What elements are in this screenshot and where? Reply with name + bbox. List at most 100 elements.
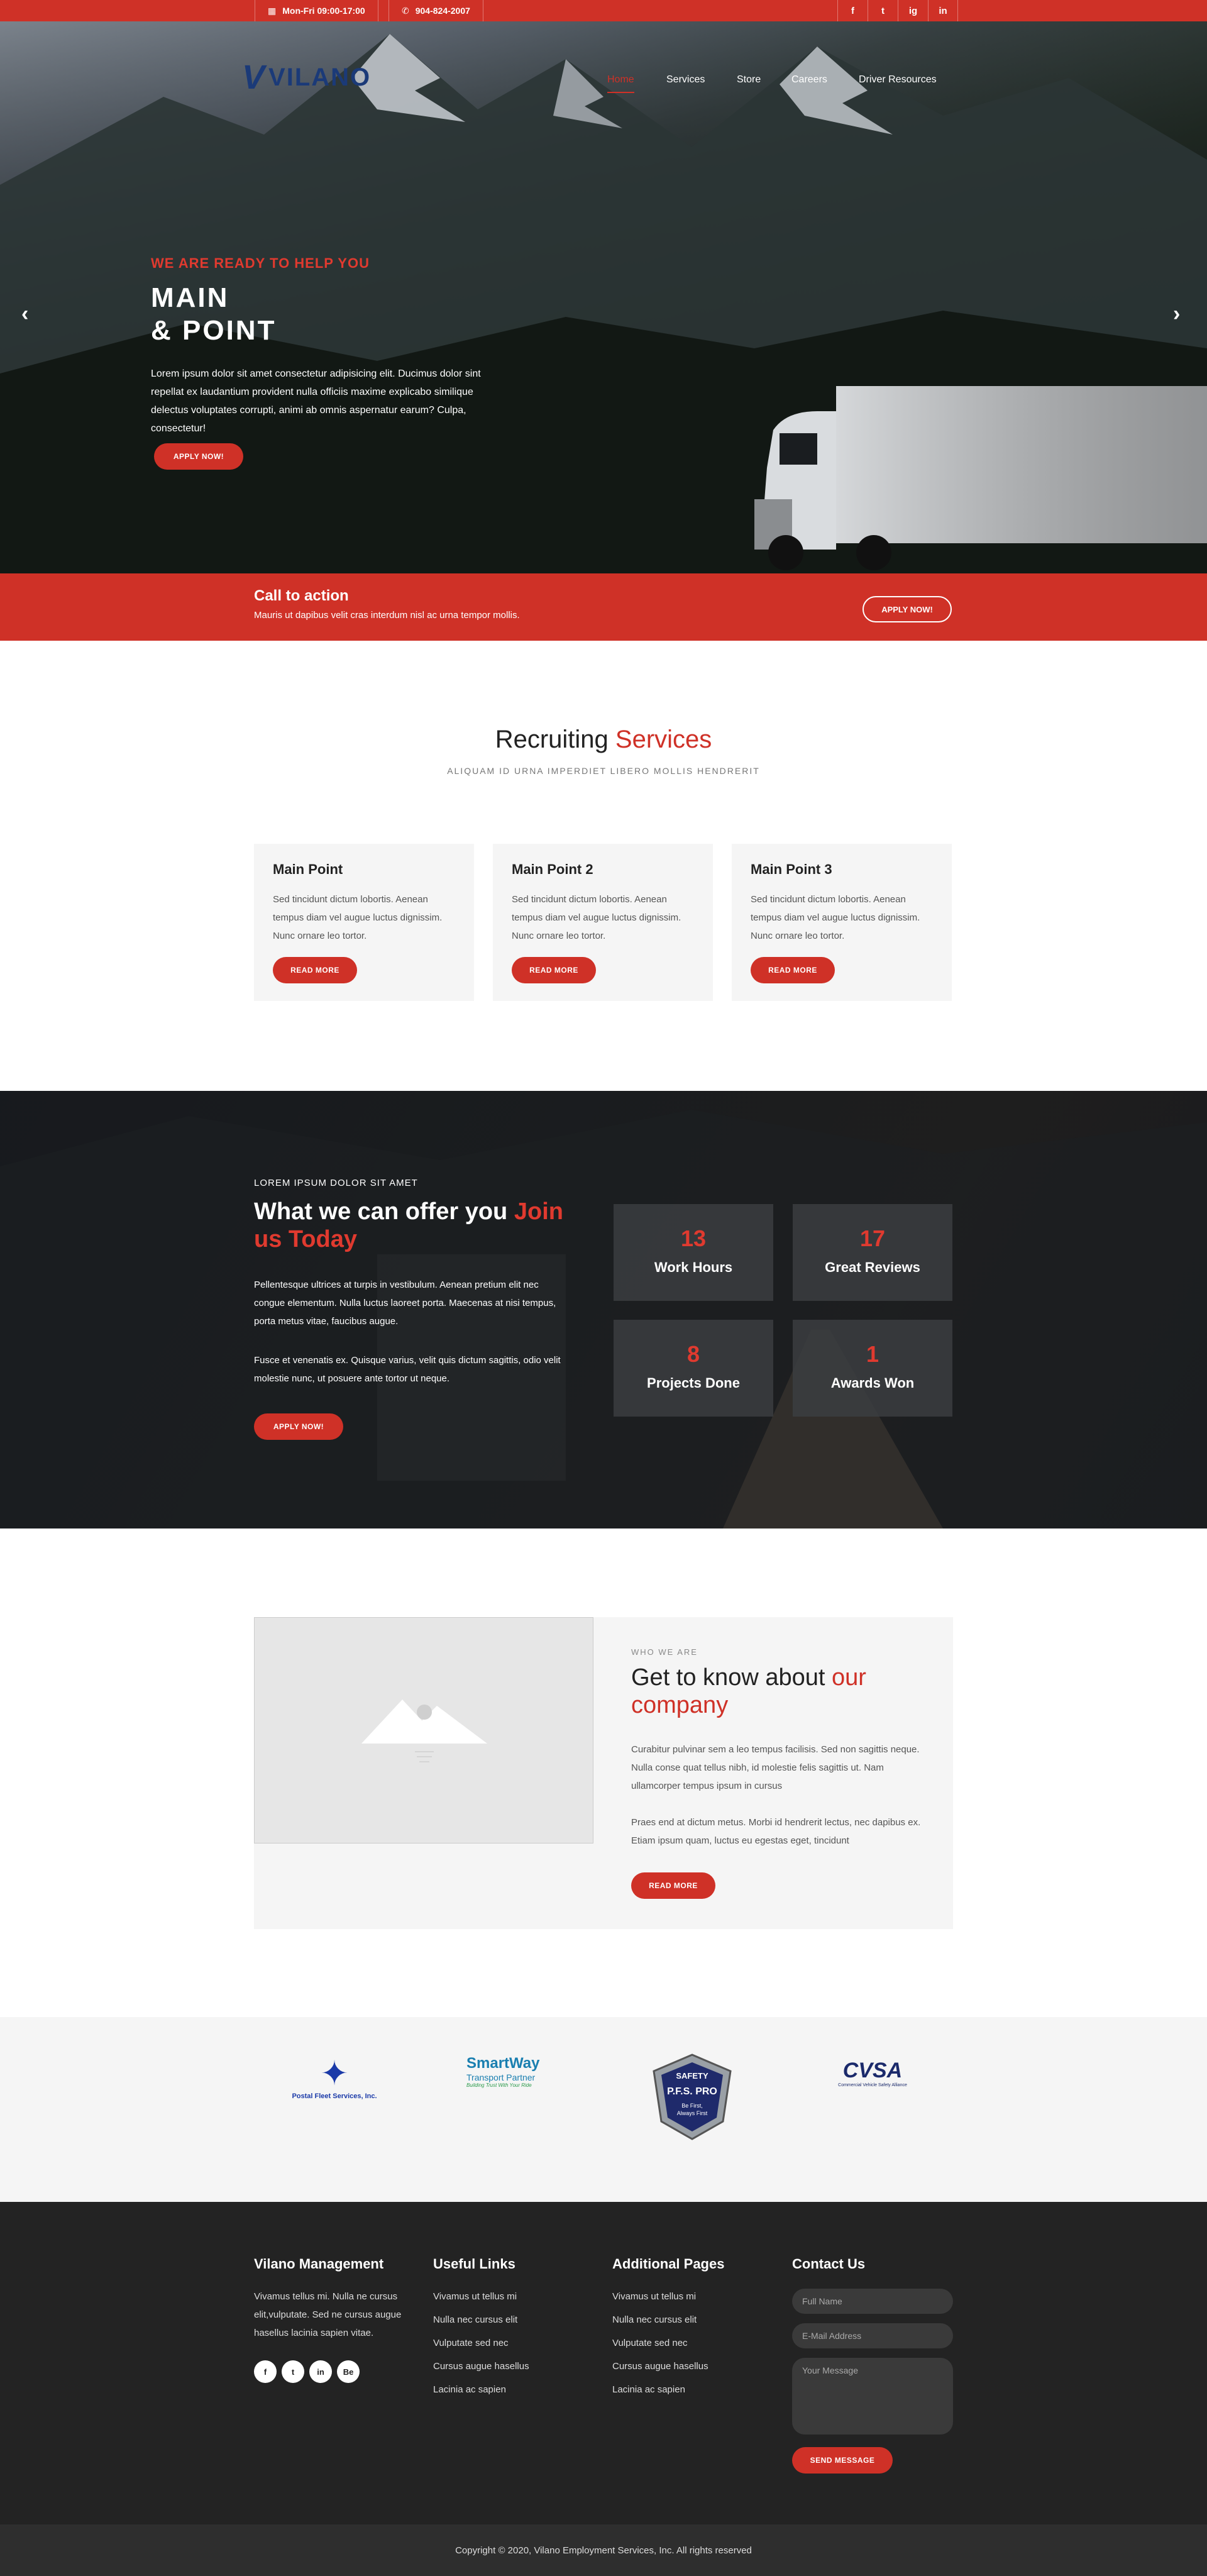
stat-label: Awards Won xyxy=(830,1375,915,1391)
image-placeholder-icon xyxy=(361,1700,487,1762)
email-field[interactable]: E-Mail Address xyxy=(792,2323,953,2348)
stat-label: Projects Done xyxy=(647,1375,740,1391)
card-read-more-button[interactable]: READ MORE xyxy=(273,957,357,983)
safety-pro-badge: SAFETY P.F.S. PRO Be First, Always First xyxy=(648,2052,737,2142)
about-title: Get to know about our company xyxy=(631,1664,866,1718)
phone-info[interactable]: ✆ 904-824-2007 xyxy=(389,0,483,21)
footer-link[interactable]: Cursus augue hasellus xyxy=(612,2361,708,2372)
hero-description: Lorem ipsum dolor sit amet consectetur a… xyxy=(151,368,481,434)
stat-label: Work Hours xyxy=(654,1259,733,1275)
about-paragraph-1: Curabitur pulvinar sem a leo tempus faci… xyxy=(631,1744,920,1791)
full-name-field[interactable]: Full Name xyxy=(792,2289,953,2314)
offer-section: LOREM IPSUM DOLOR SIT AMET What we can o… xyxy=(0,1091,1207,1528)
site-logo[interactable]: V VILANO xyxy=(242,60,371,94)
services-title: Recruiting Services xyxy=(495,726,712,753)
footer-link[interactable]: Vulputate sed nec xyxy=(433,2338,509,2348)
footer-link[interactable]: Cursus augue hasellus xyxy=(433,2361,529,2372)
nav-home[interactable]: Home xyxy=(607,74,634,93)
about-read-more-button[interactable]: READ MORE xyxy=(631,1872,715,1899)
stat-box: 1 Awards Won xyxy=(793,1320,952,1417)
footer-link[interactable]: Vivamus ut tellus mi xyxy=(433,2291,517,2302)
stat-number: 17 xyxy=(859,1225,886,1251)
service-card: Main Point 2 Sed tincidunt dictum lobort… xyxy=(493,844,713,1001)
nav-services[interactable]: Services xyxy=(666,74,705,86)
hero-title-line2: & POINT xyxy=(151,315,277,346)
card-text: Sed tincidunt dictum lobortis. Aenean te… xyxy=(512,894,681,941)
footer-link[interactable]: Vulputate sed nec xyxy=(612,2338,688,2348)
footer-col4-title: Contact Us xyxy=(792,2256,866,2272)
nav-careers[interactable]: Careers xyxy=(791,74,827,86)
nav-driver-resources[interactable]: Driver Resources xyxy=(859,74,937,86)
logo-text: VILANO xyxy=(268,63,372,91)
smartway-logo: SmartWay Transport Partner Building Trus… xyxy=(466,2055,540,2088)
card-title: Main Point 3 xyxy=(751,861,832,877)
footer-behance-icon[interactable]: Be xyxy=(337,2360,360,2383)
offer-title: What we can offer you Join us Today xyxy=(254,1198,563,1252)
card-title: Main Point xyxy=(273,861,343,877)
about-eyebrow: WHO WE ARE xyxy=(631,1647,698,1657)
offer-apply-button[interactable]: APPLY NOW! xyxy=(254,1413,343,1440)
copyright-bar: Copyright © 2020, Vilano Employment Serv… xyxy=(0,2524,1207,2576)
stat-label: Great Reviews xyxy=(825,1259,920,1275)
stat-number: 1 xyxy=(866,1341,879,1367)
stat-box: 17 Great Reviews xyxy=(793,1204,952,1301)
offer-paragraph-2: Fusce et venenatis ex. Quisque varius, v… xyxy=(254,1355,561,1384)
footer-link[interactable]: Lacinia ac sapien xyxy=(433,2384,506,2395)
footer-twitter-icon[interactable]: t xyxy=(282,2360,304,2383)
card-title: Main Point 2 xyxy=(512,861,593,877)
phone-text: 904-824-2007 xyxy=(415,6,470,16)
footer-col1-text: Vivamus tellus mi. Nulla ne cursus elit,… xyxy=(254,2291,402,2338)
call-to-action-bar: Call to action Mauris ut dapibus velit c… xyxy=(0,573,1207,641)
footer-link[interactable]: Vivamus ut tellus mi xyxy=(612,2291,696,2302)
stat-box: 8 Projects Done xyxy=(614,1320,773,1417)
send-message-button[interactable]: SEND MESSAGE xyxy=(792,2447,893,2474)
slider-next-icon[interactable]: › xyxy=(1173,302,1180,326)
footer-link[interactable]: Nulla nec cursus elit xyxy=(433,2314,517,2325)
footer-facebook-icon[interactable]: f xyxy=(254,2360,277,2383)
slider-prev-icon[interactable]: ‹ xyxy=(21,302,28,326)
card-text: Sed tincidunt dictum lobortis. Aenean te… xyxy=(273,894,443,941)
stat-number: 13 xyxy=(680,1225,707,1251)
services-subtitle: ALIQUAM ID URNA IMPERDIET LIBERO MOLLIS … xyxy=(447,766,760,776)
about-section: WHO WE ARE Get to know about our company… xyxy=(254,1617,953,1929)
cta-apply-button[interactable]: APPLY NOW! xyxy=(863,596,952,622)
hero-title-line1: MAIN xyxy=(151,282,229,313)
about-image-placeholder xyxy=(254,1617,593,1844)
twitter-icon[interactable]: t xyxy=(868,0,898,21)
footer-col2-title: Useful Links xyxy=(433,2256,515,2272)
footer-col3-title: Additional Pages xyxy=(612,2256,725,2272)
about-paragraph-2: Praes end at dictum metus. Morbi id hend… xyxy=(631,1817,921,1846)
top-bar: ▦ Mon-Fri 09:00-17:00 ✆ 904-824-2007 f t… xyxy=(0,0,1207,21)
cta-text: Mauris ut dapibus velit cras interdum ni… xyxy=(254,610,520,621)
instagram-icon[interactable]: ig xyxy=(898,0,928,21)
stat-number: 8 xyxy=(686,1341,700,1367)
postal-fleet-logo: ✦ Postal Fleet Services, Inc. xyxy=(290,2055,378,2100)
message-field[interactable]: Your Message xyxy=(792,2358,953,2435)
linkedin-icon[interactable]: in xyxy=(928,0,958,21)
card-read-more-button[interactable]: READ MORE xyxy=(751,957,835,983)
hero-eyebrow: WE ARE READY TO HELP YOU xyxy=(151,255,370,271)
footer-link[interactable]: Lacinia ac sapien xyxy=(612,2384,685,2395)
copyright-text: Copyright © 2020, Vilano Employment Serv… xyxy=(455,2545,752,2556)
eagle-icon: ✦ xyxy=(320,2055,349,2092)
hours-info: ▦ Mon-Fri 09:00-17:00 xyxy=(255,0,378,21)
cvsa-logo: CVSA Commercial Vehicle Safety Alliance xyxy=(838,2059,907,2087)
footer-linkedin-icon[interactable]: in xyxy=(309,2360,332,2383)
logo-mark-icon: V xyxy=(242,58,265,96)
card-read-more-button[interactable]: READ MORE xyxy=(512,957,596,983)
hero-apply-button[interactable]: APPLY NOW! xyxy=(154,443,243,470)
offer-paragraph-1: Pellentesque ultrices at turpis in vesti… xyxy=(254,1280,556,1327)
hero-title: MAIN & POINT xyxy=(151,282,465,347)
service-card: Main Point 3 Sed tincidunt dictum lobort… xyxy=(732,844,952,1001)
card-text: Sed tincidunt dictum lobortis. Aenean te… xyxy=(751,894,920,941)
cta-title: Call to action xyxy=(254,587,349,604)
facebook-icon[interactable]: f xyxy=(837,0,868,21)
site-footer: Vilano Management Vivamus tellus mi. Nul… xyxy=(0,2202,1207,2524)
service-card: Main Point Sed tincidunt dictum lobortis… xyxy=(254,844,474,1001)
hours-text: Mon-Fri 09:00-17:00 xyxy=(282,6,365,16)
hero-slider: V VILANO Home Services Store Careers Dri… xyxy=(0,21,1207,573)
road-background xyxy=(0,1110,1207,1528)
nav-store[interactable]: Store xyxy=(737,74,761,86)
calendar-icon: ▦ xyxy=(268,5,277,16)
footer-link[interactable]: Nulla nec cursus elit xyxy=(612,2314,697,2325)
